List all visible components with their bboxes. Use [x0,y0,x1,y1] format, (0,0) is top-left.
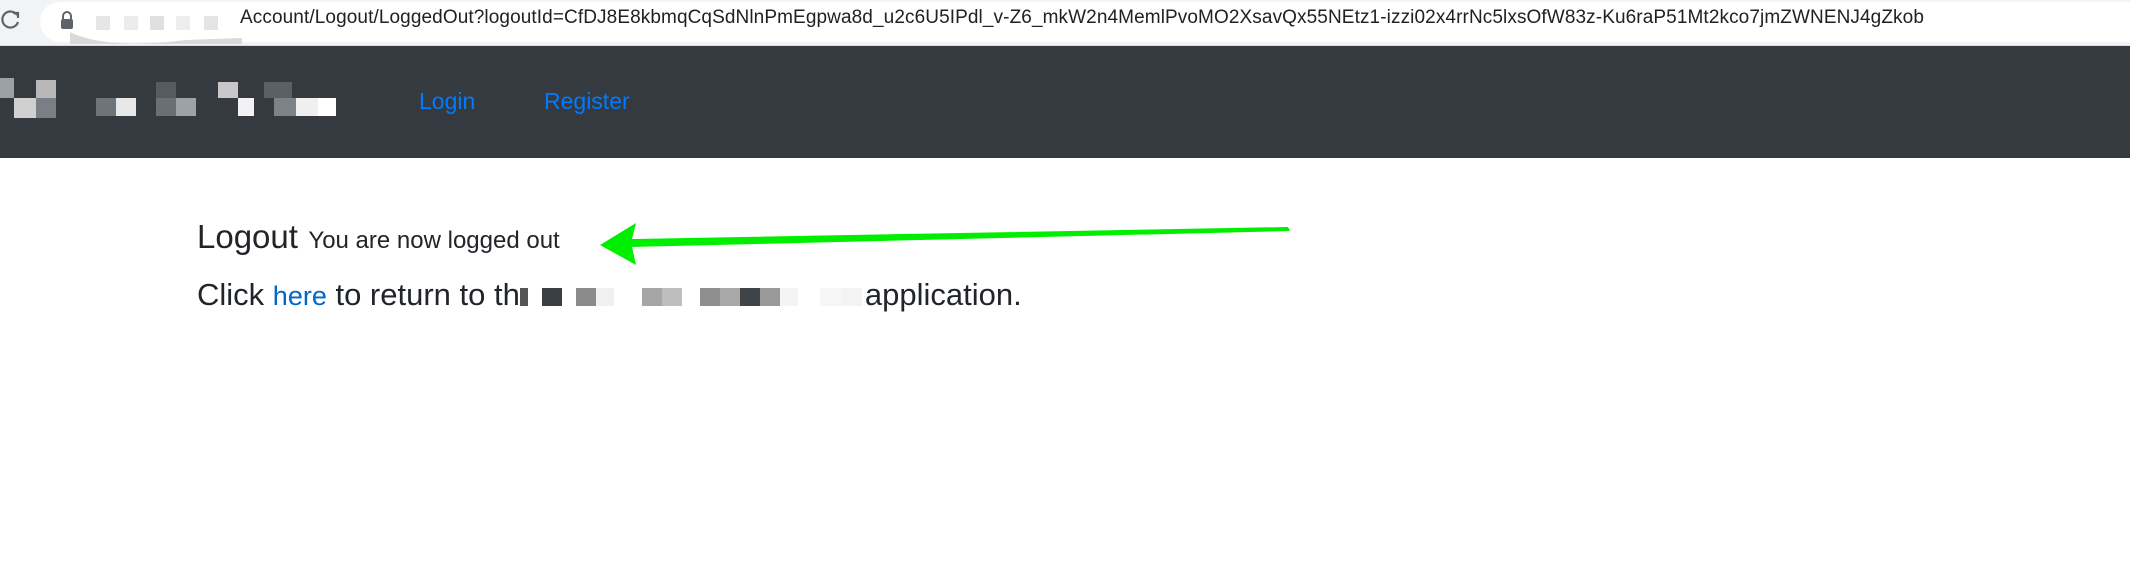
green-arrow-annotation [600,223,1290,265]
browser-address-bar: Account/Logout/LoggedOut?logoutId=CfDJ8E… [0,0,2130,46]
lock-icon[interactable] [58,11,76,31]
redacted-brand-logo[interactable] [0,78,340,118]
nav-login-link[interactable]: Login [419,88,475,115]
return-prefix: Click [197,277,265,312]
return-message: Click here to return to th application. [197,277,1022,313]
redacted-app-name [519,287,862,306]
page-subtitle: You are now logged out [308,227,560,254]
return-middle: to return to th [335,277,520,312]
page-title: Logout [197,218,298,255]
reload-icon[interactable] [0,9,22,31]
return-here-link[interactable]: here [273,281,327,311]
redacted-domain [70,16,242,44]
return-suffix: application. [864,277,1022,312]
logout-heading: Logout You are now logged out [197,218,560,256]
nav-register-link[interactable]: Register [544,88,630,115]
url-text[interactable]: Account/Logout/LoggedOut?logoutId=CfDJ8E… [240,7,1924,29]
top-navbar: Login Register [0,46,2130,158]
